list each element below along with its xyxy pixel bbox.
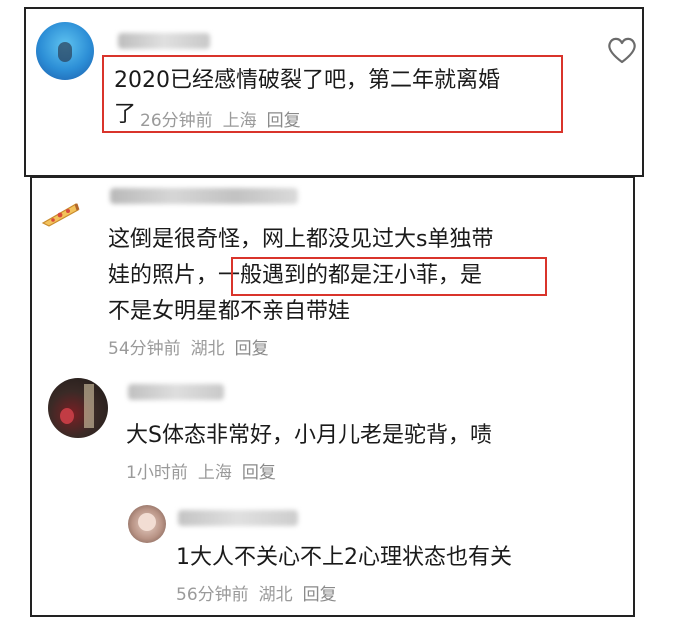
username-blurred[interactable] <box>118 33 210 49</box>
reply-meta: 1小时前 上海 回复 <box>126 458 286 483</box>
pizza-slice-icon[interactable] <box>40 198 80 228</box>
reply-meta: 56分钟前 湖北 回复 <box>176 580 347 605</box>
comment-thread-card: 这倒是很奇怪，网上都没见过大s单独带 娃的照片，一般遇到的都是汪小菲，是 不是女… <box>30 176 635 617</box>
timestamp: 54分钟前 <box>108 339 181 359</box>
highlight-box <box>102 55 563 133</box>
comment-text-line3: 不是女明星都不亲自带娃 <box>108 299 351 324</box>
location: 上海 <box>197 463 232 483</box>
avatar[interactable] <box>128 505 166 543</box>
location: 湖北 <box>258 585 293 605</box>
timestamp: 1小时前 <box>126 463 188 483</box>
avatar[interactable] <box>36 22 94 80</box>
location: 湖北 <box>190 339 225 359</box>
comment-meta: 54分钟前 湖北 回复 <box>108 334 279 359</box>
username-blurred[interactable] <box>178 510 298 526</box>
highlight-box <box>231 257 547 296</box>
username-blurred[interactable] <box>110 188 298 204</box>
avatar[interactable] <box>48 378 108 438</box>
comment-card-1: 2020已经感情破裂了吧，第二年就离婚 了 26分钟前 上海 回复 <box>24 7 644 177</box>
comment-text-part: 娃的照片， <box>108 263 219 288</box>
reply-button[interactable]: 回复 <box>303 585 337 605</box>
comment-text-line1: 这倒是很奇怪，网上都没见过大s单独带 <box>108 227 494 252</box>
heart-outline-icon[interactable] <box>606 35 638 65</box>
timestamp: 56分钟前 <box>176 585 249 605</box>
username-blurred[interactable] <box>128 384 224 400</box>
reply-text: 1大人不关心不上2心理状态也有关 <box>176 545 512 570</box>
reply-button[interactable]: 回复 <box>235 339 269 359</box>
reply-text: 大S体态非常好，小月儿老是驼背，啧 <box>126 423 492 448</box>
reply-button[interactable]: 回复 <box>242 463 276 483</box>
